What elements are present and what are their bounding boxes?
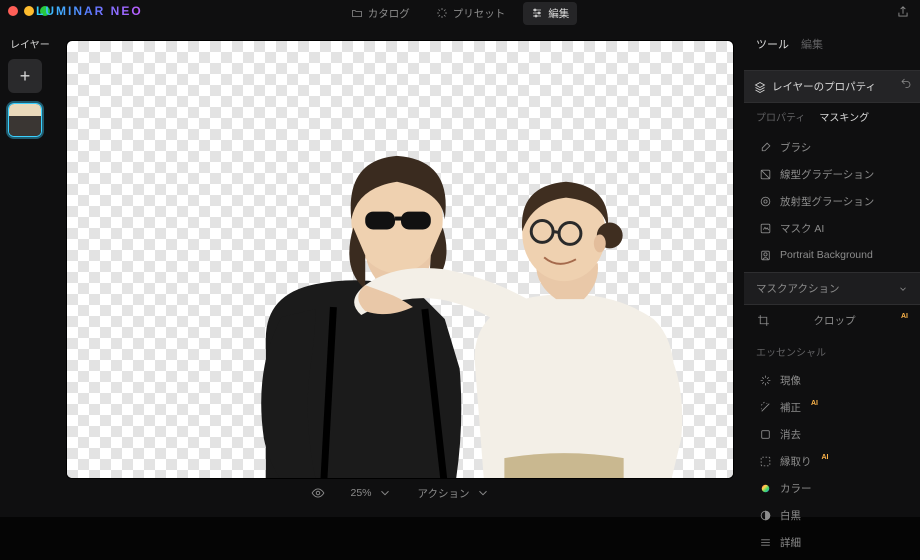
tool-crop-label: クロップ: [814, 313, 856, 328]
right-tab-edit[interactable]: 編集: [801, 36, 823, 52]
mask-action-bar[interactable]: マスクアクション: [744, 272, 920, 305]
tab-edit-label: 編集: [548, 6, 569, 21]
tool-radial-gradient[interactable]: 放射型グラーション: [744, 188, 920, 215]
tool-detail-label: 詳細: [780, 535, 801, 550]
tool-enhance-label: 補正: [780, 400, 801, 415]
tool-linear-label: 線型グラデーション: [780, 167, 874, 182]
sliders-icon: [531, 7, 543, 19]
subtab-masking[interactable]: マスキング: [819, 109, 869, 124]
crop-icon: [757, 314, 770, 327]
tab-catalog-label: カタログ: [368, 6, 410, 21]
color-wheel-icon: [759, 482, 772, 495]
share-icon: [896, 5, 910, 19]
chevron-down-icon: [898, 284, 908, 294]
titlebar: LUMINAR NEO カタログ プリセット 編集: [0, 0, 920, 26]
bw-icon: [759, 509, 772, 522]
masking-tool-list: ブラシ 線型グラデーション 放射型グラーション マスク AI Portrait …: [744, 130, 920, 272]
essentials-label: エッセンシャル: [744, 336, 920, 363]
zoom-label: 25%: [351, 487, 372, 499]
canvas-area: 25% アクション: [56, 26, 744, 517]
eraser-icon: [759, 428, 772, 441]
chevron-down-icon: [476, 486, 490, 500]
layer-props-title: レイヤーのプロパティ: [772, 79, 876, 94]
minimize-window[interactable]: [24, 6, 34, 16]
share-button[interactable]: [896, 5, 910, 24]
mask-ai-icon: [759, 222, 772, 235]
tab-presets[interactable]: プリセット: [428, 2, 514, 25]
tab-presets-label: プリセット: [453, 6, 506, 21]
brush-icon: [759, 141, 772, 154]
layer-thumb[interactable]: [8, 103, 42, 137]
subtab-properties[interactable]: プロパティ: [756, 109, 805, 124]
tool-color[interactable]: カラー: [744, 475, 920, 502]
photo: [67, 41, 733, 478]
ai-badge: AI: [811, 400, 818, 407]
sparkle-icon: [759, 374, 772, 387]
tool-bw-label: 白黒: [780, 508, 801, 523]
tool-clip[interactable]: 縁取り AI: [744, 448, 920, 475]
layers-title: レイヤー: [8, 36, 56, 51]
close-window[interactable]: [8, 6, 18, 16]
canvas[interactable]: [66, 40, 734, 479]
undo-icon: [900, 77, 912, 89]
eye-icon: [311, 486, 325, 500]
tool-brush[interactable]: ブラシ: [744, 134, 920, 161]
mask-action-label: マスクアクション: [756, 281, 839, 296]
radial-gradient-icon: [759, 195, 772, 208]
linear-gradient-icon: [759, 168, 772, 181]
action-menu[interactable]: アクション: [418, 486, 490, 501]
zoom-select[interactable]: 25%: [351, 486, 392, 500]
layers-panel: レイヤー +: [0, 26, 56, 517]
tool-radial-label: 放射型グラーション: [780, 194, 874, 209]
tool-brush-label: ブラシ: [780, 140, 811, 155]
add-layer-button[interactable]: +: [8, 59, 42, 93]
tool-portrait-label: Portrait Background: [780, 249, 873, 261]
tool-maskai-label: マスク AI: [780, 221, 824, 236]
right-panel: ツール 編集 レイヤーのプロパティ プロパティ マスキング ブラシ: [744, 26, 920, 517]
tab-edit[interactable]: 編集: [523, 2, 577, 25]
select-icon: [759, 455, 772, 468]
chevron-down-icon: [378, 486, 392, 500]
wand-icon: [759, 401, 772, 414]
right-tab-tool[interactable]: ツール: [756, 36, 789, 52]
tool-enhance[interactable]: 補正 AI: [744, 394, 920, 421]
tool-crop[interactable]: クロップ AI: [744, 305, 920, 336]
app-brand: LUMINAR NEO: [36, 4, 143, 18]
visibility-toggle[interactable]: [311, 486, 325, 500]
portrait-icon: [759, 249, 772, 262]
tool-linear-gradient[interactable]: 線型グラデーション: [744, 161, 920, 188]
ai-badge: AI: [822, 454, 829, 461]
tab-catalog[interactable]: カタログ: [343, 2, 418, 25]
folder-icon: [351, 7, 363, 19]
layer-props-header[interactable]: レイヤーのプロパティ: [744, 70, 920, 103]
detail-icon: [759, 536, 772, 549]
ai-badge: AI: [901, 313, 908, 320]
tool-erase[interactable]: 消去: [744, 421, 920, 448]
tool-color-label: カラー: [780, 481, 812, 496]
sparkle-icon: [436, 7, 448, 19]
tool-mask-ai[interactable]: マスク AI: [744, 215, 920, 242]
undo-button[interactable]: [900, 77, 912, 92]
tool-detail[interactable]: 詳細: [744, 529, 920, 556]
tool-erase-label: 消去: [780, 427, 801, 442]
layers-icon: [754, 81, 766, 93]
tool-bw[interactable]: 白黒: [744, 502, 920, 529]
tool-clip-label: 縁取り: [780, 454, 812, 469]
tool-develop[interactable]: 現像: [744, 367, 920, 394]
tool-portrait-bg[interactable]: Portrait Background: [744, 242, 920, 268]
tool-develop-label: 現像: [780, 373, 801, 388]
action-label: アクション: [418, 486, 470, 501]
essentials-list: 現像 補正 AI 消去 縁取り AI: [744, 363, 920, 560]
canvas-statusbar: 25% アクション: [66, 479, 734, 507]
